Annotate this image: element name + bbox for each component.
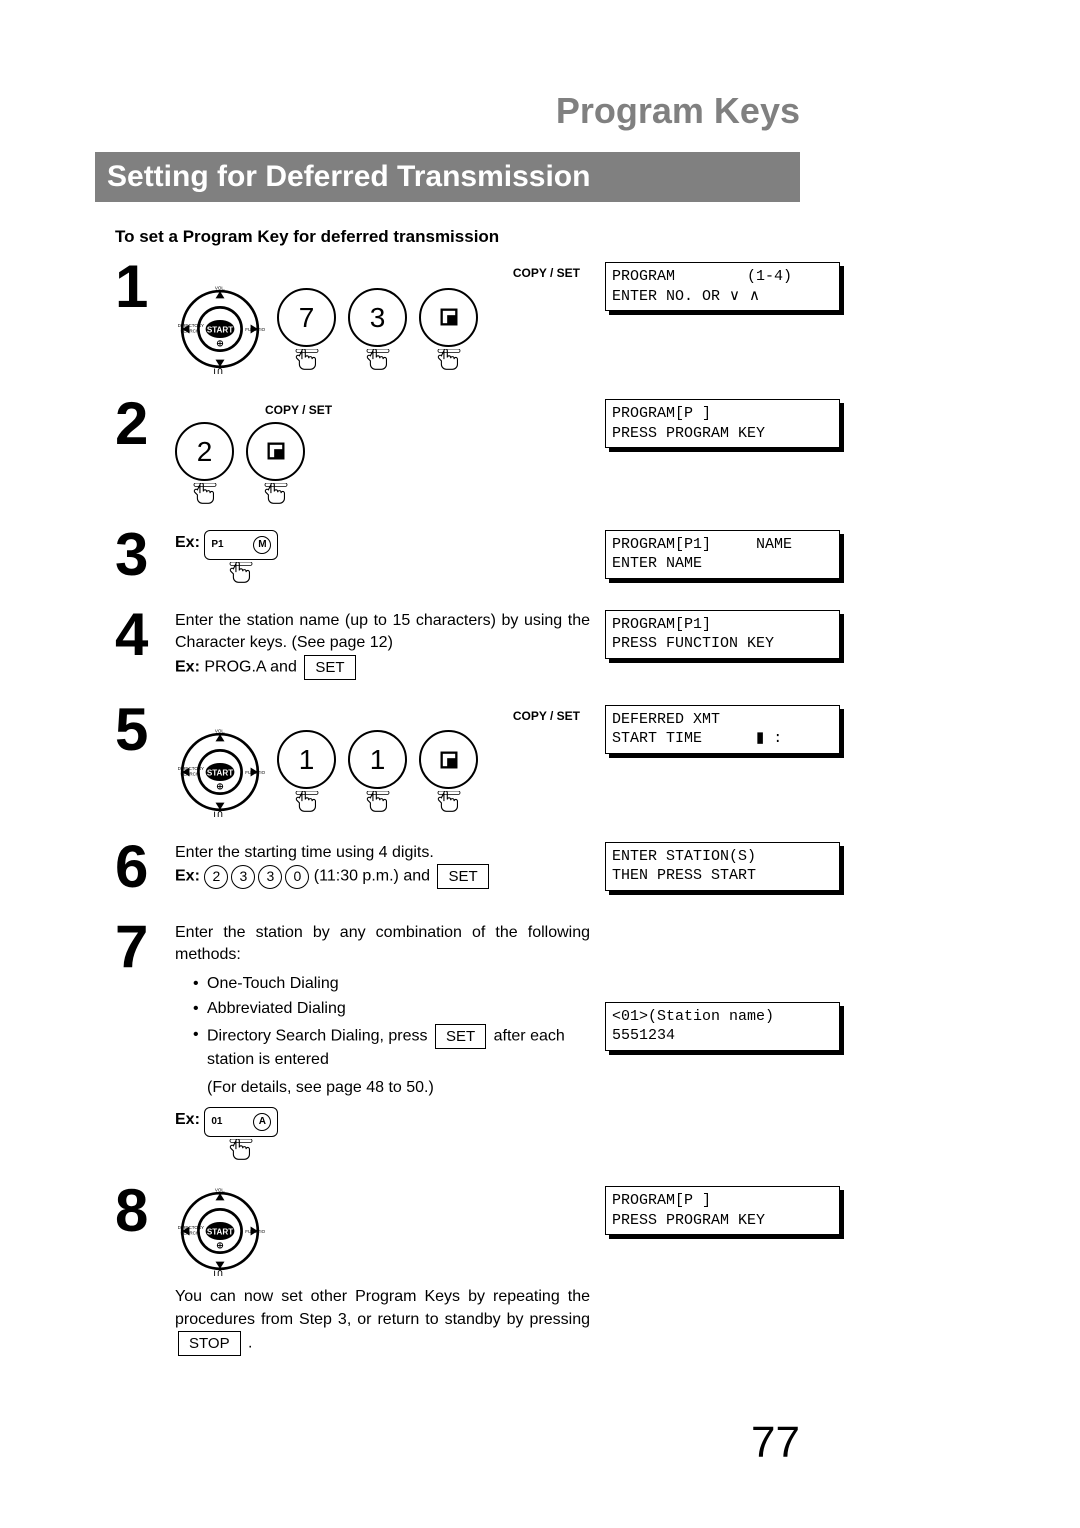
ex-text: PROG.A and xyxy=(204,658,297,675)
svg-text:VOL.: VOL. xyxy=(215,1188,225,1193)
copy-set-label: COPY / SET xyxy=(513,266,580,280)
step-number: 1 xyxy=(115,257,175,317)
svg-text:VOL.: VOL. xyxy=(215,286,225,291)
keypad-3-button[interactable]: 3 xyxy=(348,288,407,347)
navigation-dial-icon: START VOL. DIRECTORY SEARCH FUNCTION xyxy=(175,727,265,817)
step-3: 3 Ex: P1 M PROGRAM[P1] NAME ENTER NAME xyxy=(115,525,840,585)
page-number: 77 xyxy=(751,1418,800,1468)
step-6: 6 Enter the starting time using 4 digits… xyxy=(115,837,840,897)
step-8: 8 START VOL. DIRECTORY SEARCH FUNCTION Y… xyxy=(115,1181,840,1356)
svg-text:FUNCTION: FUNCTION xyxy=(245,770,265,775)
method-item: One-Touch Dialing xyxy=(193,973,590,995)
step-text: Enter the station name (up to 15 charact… xyxy=(175,610,590,655)
one-touch-P1-button[interactable]: P1 M xyxy=(204,530,278,560)
svg-text:DIRECTORY: DIRECTORY xyxy=(178,1225,204,1230)
set-label-button[interactable]: SET xyxy=(437,864,488,889)
digit-2: 2 xyxy=(204,865,228,889)
ex-label: Ex: xyxy=(175,868,200,885)
lcd-display-step1: PROGRAM (1-4) ENTER NO. OR ∨ ∧ xyxy=(605,262,840,311)
one-touch-badge: M xyxy=(253,536,271,554)
press-hand-icon xyxy=(294,791,320,813)
lcd-display-step6: ENTER STATION(S) THEN PRESS START xyxy=(605,842,840,891)
press-hand-icon xyxy=(436,349,462,371)
svg-text:VOL.: VOL. xyxy=(215,728,225,733)
svg-text:SEARCH: SEARCH xyxy=(180,772,199,777)
press-hand-icon xyxy=(263,483,289,505)
set-button[interactable] xyxy=(246,422,305,481)
set-button[interactable] xyxy=(419,730,478,789)
step-number: 5 xyxy=(115,700,175,760)
digit-3: 3 xyxy=(258,865,282,889)
lcd-display-step8: PROGRAM[P ] PRESS PROGRAM KEY xyxy=(605,1186,840,1235)
set-icon xyxy=(265,440,287,462)
ex-label: Ex: xyxy=(175,534,200,551)
press-hand-icon xyxy=(365,791,391,813)
step-note: (For details, see page 48 to 50.) xyxy=(207,1077,590,1099)
svg-text:SEARCH: SEARCH xyxy=(180,329,199,334)
step-text: Enter the station by any combination of … xyxy=(175,922,590,967)
keypad-7-button[interactable]: 7 xyxy=(277,288,336,347)
navigation-dial-icon: START VOL. DIRECTORY SEARCH FUNCTION xyxy=(175,284,265,374)
step-number: 4 xyxy=(115,605,175,665)
section-heading: Setting for Deferred Transmission xyxy=(95,152,800,202)
one-touch-badge: A xyxy=(253,1113,271,1131)
lcd-display-step4: PROGRAM[P1] PRESS FUNCTION KEY xyxy=(605,610,840,659)
svg-text:DIRECTORY: DIRECTORY xyxy=(178,766,204,771)
svg-text:FUNCTION: FUNCTION xyxy=(245,327,265,332)
lcd-display-step5: DEFERRED XMT START TIME ▮ : xyxy=(605,705,840,754)
step-number: 7 xyxy=(115,917,175,977)
press-hand-icon xyxy=(365,349,391,371)
one-touch-label: P1 xyxy=(211,538,223,552)
lcd-display-step7: <01>(Station name) 5551234 xyxy=(605,1002,840,1051)
digit-0: 0 xyxy=(285,865,309,889)
set-icon xyxy=(438,749,460,771)
svg-text:FUNCTION: FUNCTION xyxy=(245,1229,265,1234)
step-4: 4 Enter the station name (up to 15 chara… xyxy=(115,605,840,680)
set-button[interactable] xyxy=(419,288,478,347)
press-hand-icon xyxy=(294,349,320,371)
method-item: Abbreviated Dialing xyxy=(193,998,590,1020)
step-2: 2 COPY / SET 2 PROGRAM[P ] PRESS PROGRAM… xyxy=(115,394,840,504)
digit-3: 3 xyxy=(231,865,255,889)
svg-text:START: START xyxy=(207,1228,233,1237)
lcd-display-step2: PROGRAM[P ] PRESS PROGRAM KEY xyxy=(605,399,840,448)
stop-label-button[interactable]: STOP xyxy=(178,1331,241,1356)
step-5: 5 COPY / SET START VOL. DIRECTORY SEARCH… xyxy=(115,700,840,817)
keypad-1-button[interactable]: 1 xyxy=(348,730,407,789)
one-touch-01-button[interactable]: 01 A xyxy=(204,1107,278,1137)
set-label-button[interactable]: SET xyxy=(304,655,355,680)
subheading: To set a Program Key for deferred transm… xyxy=(115,227,800,247)
press-hand-icon xyxy=(192,483,218,505)
ex-after: (11:30 p.m.) and xyxy=(309,868,434,885)
keypad-2-button[interactable]: 2 xyxy=(175,422,234,481)
set-label-button[interactable]: SET xyxy=(435,1024,486,1049)
set-icon xyxy=(438,306,460,328)
step-1: 1 COPY / SET START VOL. DIRECTORY SEARCH… xyxy=(115,257,840,374)
step-text: Enter the starting time using 4 digits. xyxy=(175,842,590,864)
page-title: Program Keys xyxy=(0,90,800,132)
press-hand-icon xyxy=(436,791,462,813)
step-number: 8 xyxy=(115,1181,175,1241)
navigation-dial-icon: START VOL. DIRECTORY SEARCH FUNCTION xyxy=(175,1186,265,1276)
copy-set-label: COPY / SET xyxy=(513,709,580,723)
lcd-display-step3: PROGRAM[P1] NAME ENTER NAME xyxy=(605,530,840,579)
step-number: 6 xyxy=(115,837,175,897)
step-7: 7 Enter the station by any combination o… xyxy=(115,917,840,1161)
ex-label: Ex: xyxy=(175,658,200,675)
step-number: 2 xyxy=(115,394,175,454)
method-item: Directory Search Dialing, press SET afte… xyxy=(193,1024,590,1071)
keypad-1-button[interactable]: 1 xyxy=(277,730,336,789)
svg-text:SEARCH: SEARCH xyxy=(180,1231,199,1236)
copy-set-label: COPY / SET xyxy=(265,403,332,417)
one-touch-label: 01 xyxy=(211,1115,222,1129)
step-text-after: You can now set other Program Keys by re… xyxy=(175,1286,590,1356)
svg-text:START: START xyxy=(207,769,233,778)
ex-label: Ex: xyxy=(175,1111,200,1128)
press-hand-icon xyxy=(228,562,254,584)
step-number: 3 xyxy=(115,525,175,585)
press-hand-icon xyxy=(228,1139,254,1161)
svg-text:START: START xyxy=(207,326,233,335)
svg-text:DIRECTORY: DIRECTORY xyxy=(178,324,204,329)
